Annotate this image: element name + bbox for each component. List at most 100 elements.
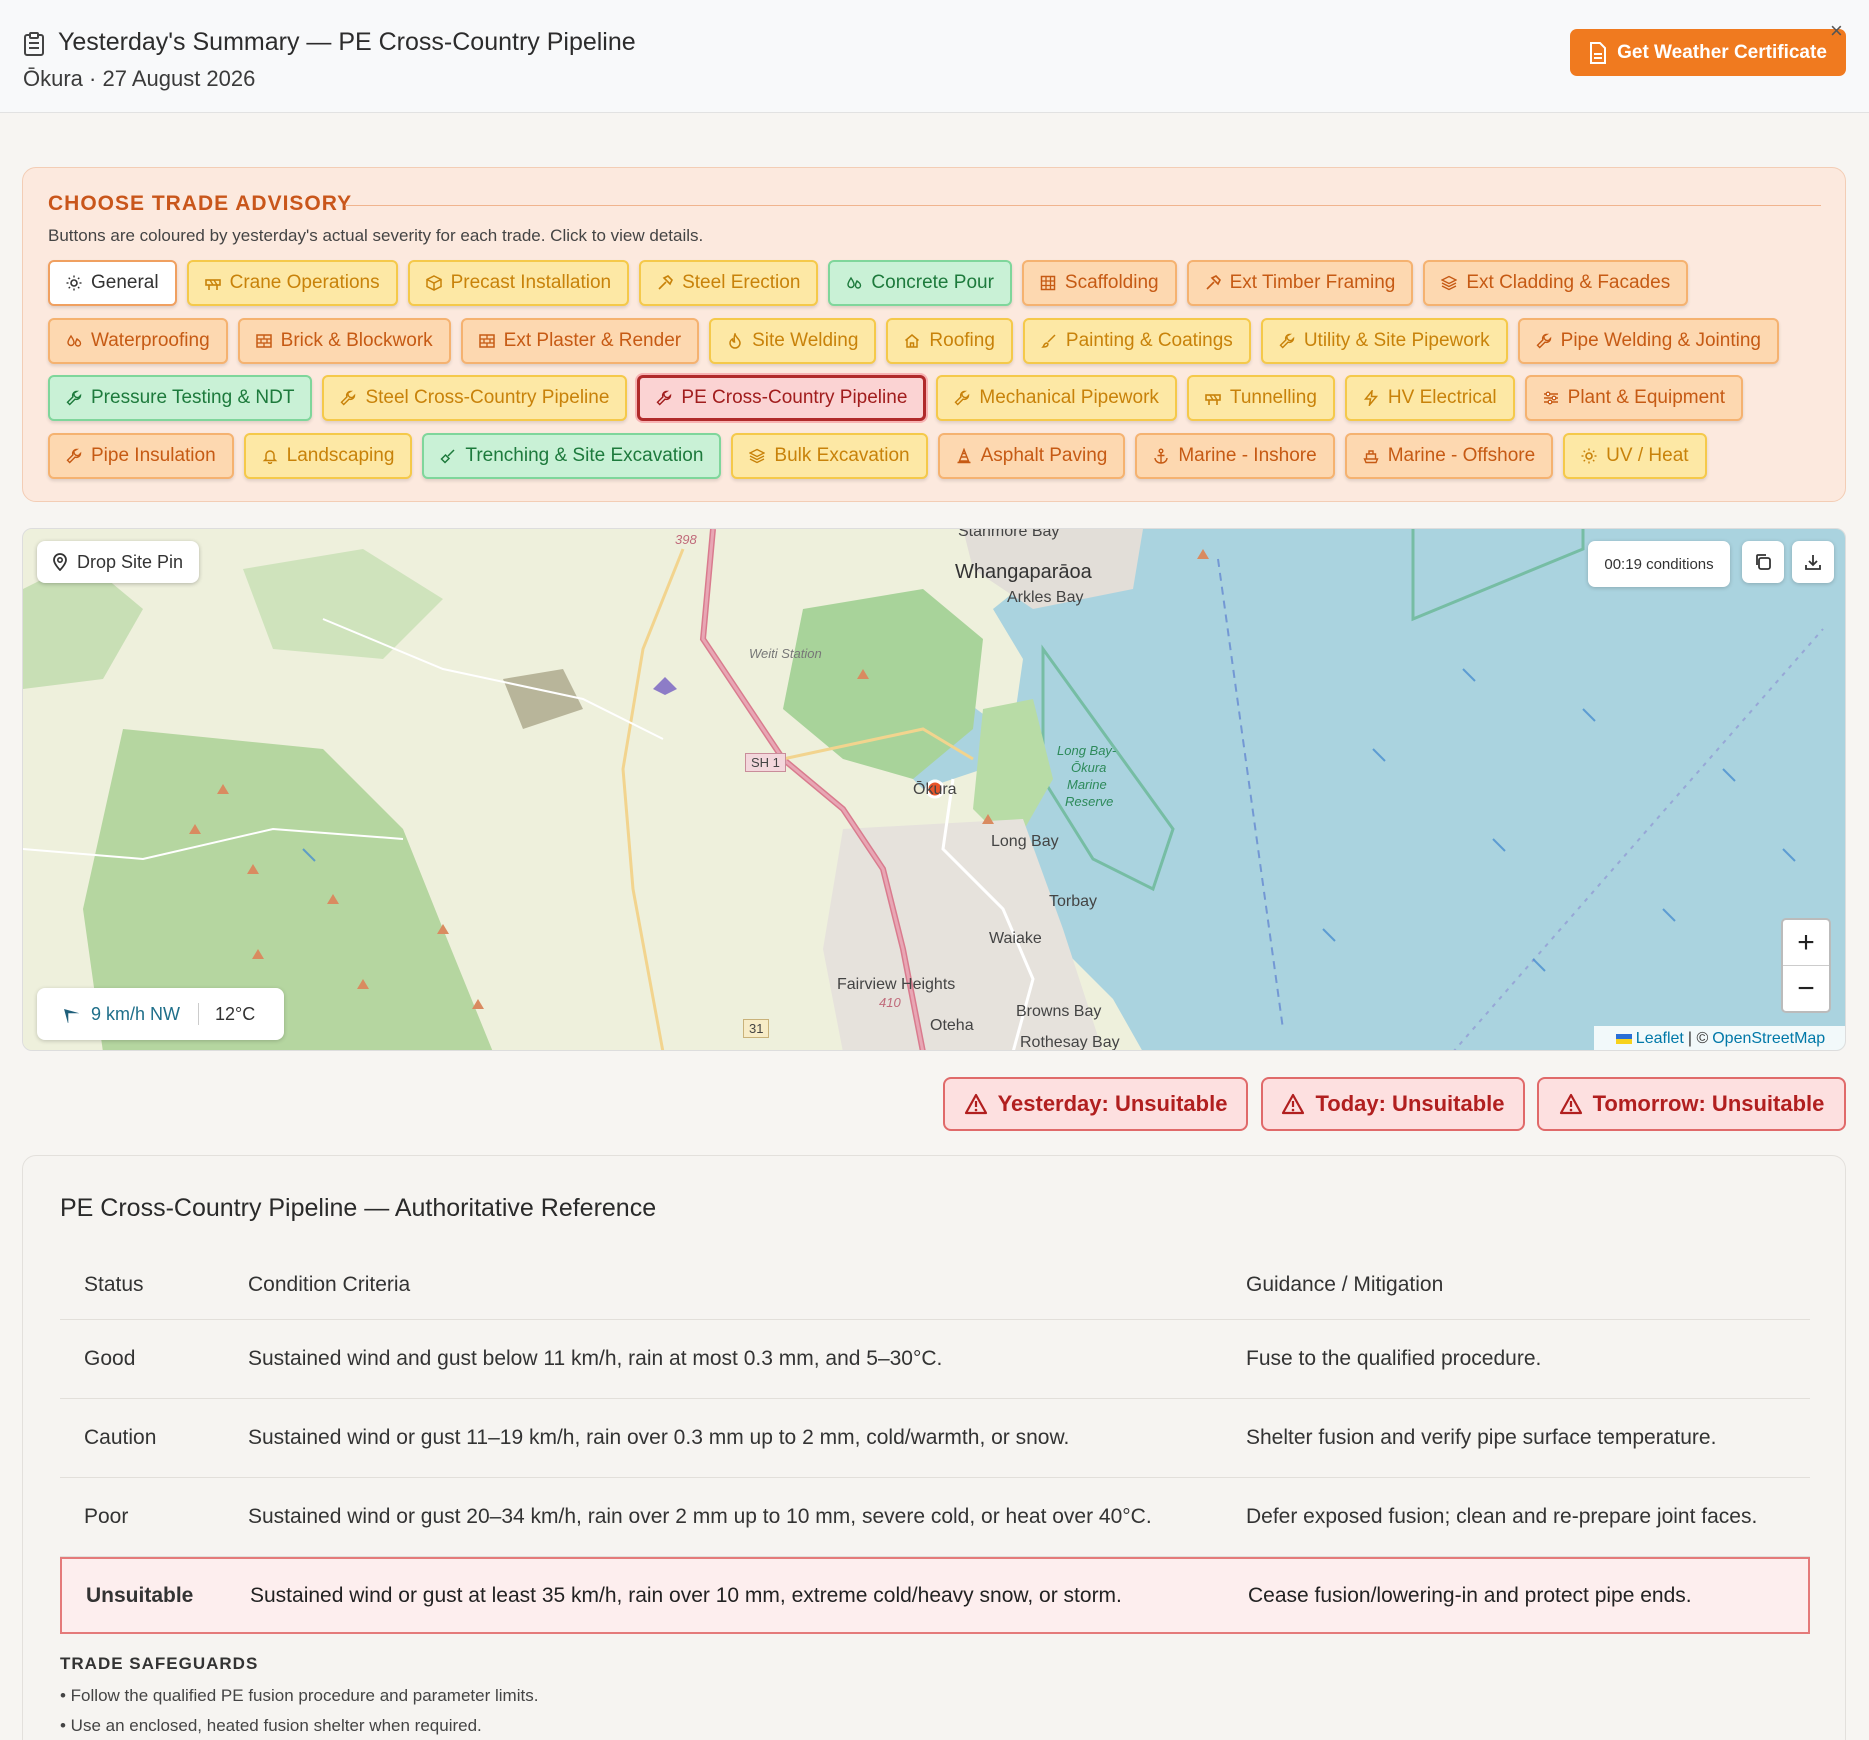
trade-chip-label: Pressure Testing & NDT [91, 387, 295, 408]
status-cell: Good [84, 1347, 136, 1370]
trade-chip-uv-heat[interactable]: UV / Heat [1563, 433, 1707, 479]
layers-icon [1441, 275, 1458, 291]
trade-chip-ext-plaster-render[interactable]: Ext Plaster & Render [460, 318, 700, 364]
place-label: Fairview Heights [837, 976, 956, 993]
trade-chip-pipe-insulation[interactable]: Pipe Insulation [48, 433, 234, 479]
barrier-icon [1205, 394, 1221, 405]
guidance-cell: Cease fusion/lowering-in and protect pip… [1248, 1583, 1692, 1607]
trade-chip-tunnelling[interactable]: Tunnelling [1186, 375, 1335, 421]
guidance-cell: Fuse to the qualified procedure. [1246, 1347, 1542, 1370]
place-label: Whangaparāoa [955, 561, 1092, 583]
wrench-icon [1279, 333, 1295, 349]
cert-button-label: Get Weather Certificate [1617, 41, 1827, 63]
trade-chip-pressure-testing-ndt[interactable]: Pressure Testing & NDT [48, 375, 313, 421]
today-status-badge[interactable]: Today: Unsuitable [1261, 1077, 1525, 1131]
trade-safeguards-heading: TRADE SAFEGUARDS [60, 1654, 259, 1673]
leaflet-link[interactable]: Leaflet [1636, 1030, 1684, 1048]
criteria-cell: Sustained wind and gust below 11 km/h, r… [248, 1347, 943, 1370]
zoom-out-button[interactable]: − [1783, 966, 1829, 1012]
trade-chip-pe-cross-country-pipeline[interactable]: PE Cross-Country Pipeline [637, 375, 927, 421]
wrench-icon [656, 390, 672, 406]
trade-chip-steel-erection[interactable]: Steel Erection [639, 260, 819, 306]
brick-icon [478, 334, 495, 348]
copy-button[interactable] [1742, 541, 1784, 583]
trade-chip-ext-cladding-facades[interactable]: Ext Cladding & Facades [1423, 260, 1689, 306]
close-button[interactable]: × [1830, 18, 1843, 44]
trade-chip-asphalt-paving[interactable]: Asphalt Paving [937, 433, 1126, 479]
place-label: Arkles Bay [1007, 589, 1084, 606]
download-button[interactable] [1792, 541, 1834, 583]
sun-icon [66, 275, 82, 291]
bell-icon [262, 450, 277, 464]
brick-icon [255, 334, 272, 348]
trade-chip-label: General [91, 272, 159, 293]
column-header-criteria: Condition Criteria [248, 1272, 411, 1296]
trade-chip-crane-operations[interactable]: Crane Operations [186, 260, 398, 306]
trade-chip-general[interactable]: General [48, 260, 177, 306]
openstreetmap-link[interactable]: OpenStreetMap [1712, 1030, 1825, 1048]
trade-chip-row: Pipe Insulation Landscaping Trenching & Si… [48, 433, 1707, 479]
ship-icon [1363, 450, 1379, 464]
trade-chip-pipe-welding-jointing[interactable]: Pipe Welding & Jointing [1517, 318, 1779, 364]
trade-chip-row: General Crane Operations Precast Installat… [48, 260, 1689, 306]
site-map[interactable]: Stanmore Bay Whangaparāoa Arkles Bay Wei… [22, 528, 1846, 1051]
trade-chip-mechanical-pipework[interactable]: Mechanical Pipework [936, 375, 1177, 421]
zoom-in-button[interactable]: + [1783, 920, 1829, 966]
droplets-icon [67, 334, 82, 347]
table-header-row: Status Condition Criteria Guidance / Mit… [60, 1250, 1810, 1320]
conditions-timestamp: 00:19 conditions [1588, 541, 1730, 587]
place-label: Browns Bay [1016, 1003, 1102, 1020]
trade-advisory-panel: CHOOSE TRADE ADVISORY Buttons are colour… [22, 167, 1846, 502]
trade-chip-plant-equipment[interactable]: Plant & Equipment [1524, 375, 1744, 421]
table-row: Caution Sustained wind or gust 11–19 km/… [60, 1399, 1810, 1478]
trade-chip-row: Pressure Testing & NDT Steel Cross-Countr… [48, 375, 1744, 421]
clipboard-icon [24, 32, 44, 56]
table-row: Good Sustained wind and gust below 11 km… [60, 1320, 1810, 1399]
trade-chip-hv-electrical[interactable]: HV Electrical [1344, 375, 1515, 421]
reserve-label: Marine [1067, 777, 1107, 792]
column-header-status: Status [84, 1272, 144, 1296]
cone-icon [957, 448, 971, 464]
trade-chip-label: Mechanical Pipework [979, 387, 1159, 408]
map-pin-icon [53, 553, 67, 571]
trade-chip-painting-coatings[interactable]: Painting & Coatings [1022, 318, 1251, 364]
trade-chip-roofing[interactable]: Roofing [886, 318, 1013, 364]
reference-table: Status Condition Criteria Guidance / Mit… [60, 1250, 1810, 1634]
criteria-cell: Sustained wind or gust at least 35 km/h,… [250, 1583, 1122, 1607]
trade-chip-scaffolding[interactable]: Scaffolding [1021, 260, 1177, 306]
ukraine-flag-icon [1615, 1034, 1632, 1044]
trade-chip-steel-cross-country-pipeline[interactable]: Steel Cross-Country Pipeline [322, 375, 628, 421]
place-label: Rothesay Bay [1020, 1034, 1120, 1051]
trade-chip-utility-site-pipework[interactable]: Utility & Site Pipework [1260, 318, 1508, 364]
trade-chip-marine-offshore[interactable]: Marine - Offshore [1344, 433, 1554, 479]
yesterday-status-badge[interactable]: Yesterday: Unsuitable [943, 1077, 1248, 1131]
trade-chip-waterproofing[interactable]: Waterproofing [48, 318, 228, 364]
road-shield: SH 1 [745, 753, 786, 772]
trade-chip-site-welding[interactable]: Site Welding [709, 318, 877, 364]
trade-chip-bulk-excavation[interactable]: Bulk Excavation [731, 433, 928, 479]
trade-chip-ext-timber-framing[interactable]: Ext Timber Framing [1186, 260, 1414, 306]
trade-chip-brick-blockwork[interactable]: Brick & Blockwork [237, 318, 451, 364]
wind-speed: 9 km/h NW [91, 1003, 181, 1024]
drop-site-pin-button[interactable]: Drop Site Pin [37, 541, 200, 583]
trade-chip-marine-inshore[interactable]: Marine - Inshore [1135, 433, 1335, 479]
trade-chip-precast-installation[interactable]: Precast Installation [407, 260, 630, 306]
yesterday-status-label: Yesterday: Unsuitable [997, 1091, 1228, 1116]
trade-chip-landscaping[interactable]: Landscaping [243, 433, 413, 479]
trade-chip-concrete-pour[interactable]: Concrete Pour [828, 260, 1012, 306]
trade-chip-row: Waterproofing Brick & Blockwork Ext Plaste… [48, 318, 1779, 364]
get-weather-certificate-button[interactable]: Get Weather Certificate [1570, 29, 1846, 76]
tomorrow-status-badge[interactable]: Tomorrow: Unsuitable [1537, 1077, 1846, 1131]
status-cell: Caution [84, 1426, 157, 1449]
reserve-label: Long Bay- [1057, 743, 1117, 758]
trade-chip-trenching-site-excavation[interactable]: Trenching & Site Excavation [422, 433, 722, 479]
page-title: Yesterday's Summary — PE Cross-Country P… [58, 28, 636, 56]
table-row: Poor Sustained wind or gust 20–34 km/h, … [60, 1478, 1810, 1557]
trade-chip-label: Concrete Pour [871, 272, 994, 293]
place-label: Torbay [1049, 893, 1098, 910]
road-label: 410 [879, 995, 901, 1010]
trade-chip-label: Pipe Welding & Jointing [1560, 330, 1761, 351]
trade-chip-label: Roofing [929, 330, 995, 351]
flame-icon [729, 333, 741, 349]
trade-chip-label: Trenching & Site Excavation [465, 445, 704, 466]
